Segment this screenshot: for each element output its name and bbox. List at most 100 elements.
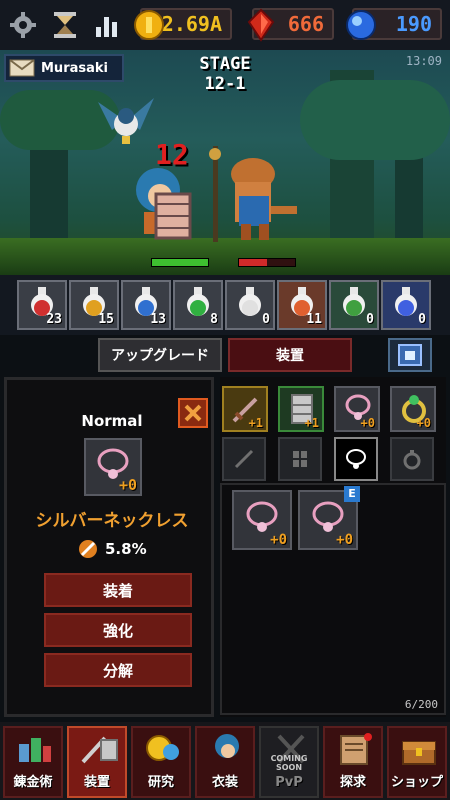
- potion-slot[interactable]: 0: [225, 280, 275, 330]
- close-button[interactable]: [178, 398, 208, 428]
- nav-label: 装置: [83, 775, 110, 790]
- alchemy-icon: [19, 738, 51, 762]
- calendar-icon: [398, 344, 422, 366]
- player-character: [136, 168, 192, 240]
- nav-research[interactable]: 研究: [131, 726, 191, 798]
- ring-outline-icon: [403, 450, 421, 470]
- potion-count: 0: [262, 312, 270, 327]
- gem-amount: 190: [395, 12, 432, 36]
- stage-label: STAGE: [199, 54, 251, 74]
- inventory-item[interactable]: +0 E: [298, 486, 360, 550]
- player-health-fill: [152, 259, 208, 266]
- necklace-outline-icon: [346, 449, 366, 469]
- nav-label: PvP: [275, 775, 303, 790]
- clock: 13:09: [405, 54, 442, 68]
- equipped-sword-slot[interactable]: +1: [222, 386, 268, 432]
- gold-counter: 2.69A: [134, 8, 232, 40]
- ruby-amount: 666: [287, 12, 324, 36]
- stat-icon: [79, 540, 97, 558]
- gold-coin-icon: [132, 8, 166, 42]
- buff-count: 0: [418, 312, 426, 327]
- gem-counter: 190: [346, 8, 442, 40]
- player-health-bar: [151, 258, 209, 267]
- equipped-armor-slot[interactable]: +1: [278, 386, 324, 432]
- enemy-health-bar: [238, 258, 296, 267]
- nav-equipment[interactable]: 装置: [67, 726, 127, 798]
- stage-number: 12-1: [204, 74, 246, 94]
- ruby-counter: 666: [247, 8, 334, 42]
- ruby-icon: [244, 8, 278, 42]
- nav-label: 衣装: [211, 775, 238, 790]
- selected-item-slot: +0: [84, 438, 142, 496]
- equipment-icon: [81, 736, 118, 764]
- filter-necklace-tab[interactable]: [334, 437, 378, 481]
- tab-upgrade[interactable]: アップグレード: [98, 338, 222, 372]
- hourglass-icon[interactable]: [50, 10, 80, 40]
- inventory-capacity: 6/200: [404, 698, 438, 711]
- potion-bar: 23 15 13 8 0 11 0 0: [0, 275, 450, 335]
- stats-chart-icon[interactable]: [92, 10, 122, 40]
- equipped-level: +1: [248, 416, 263, 430]
- equipped-badge: E: [344, 486, 360, 502]
- lizard-enemy: [209, 146, 297, 242]
- inventory-item-level: +0: [336, 532, 353, 548]
- equip-button[interactable]: 装着: [44, 573, 192, 607]
- equipped-ring-slot[interactable]: +0: [390, 386, 436, 432]
- potion-slot[interactable]: 15: [69, 280, 119, 330]
- nav-label: ショップ: [390, 775, 443, 790]
- settings-gear-icon[interactable]: [8, 10, 38, 40]
- nav-label: 錬金術: [13, 775, 53, 790]
- battle-scene: Murasaki STAGE 12-1 13:09 12: [0, 50, 450, 275]
- top-bar: 2.69A 666 190: [0, 0, 450, 50]
- nav-shop[interactable]: ショップ: [387, 726, 447, 798]
- potion-slot[interactable]: 8: [173, 280, 223, 330]
- item-name: シルバーネックレス: [35, 511, 189, 531]
- buff-slot[interactable]: 0: [329, 280, 379, 330]
- filter-weapon-tab[interactable]: [222, 437, 266, 481]
- enhance-button[interactable]: 強化: [44, 613, 192, 647]
- filter-armor-tab[interactable]: [278, 437, 322, 481]
- potion-slot[interactable]: 23: [17, 280, 67, 330]
- calendar-button[interactable]: [388, 338, 432, 372]
- quest-icon: [340, 733, 372, 765]
- coming-soon-label: COMING SOON: [270, 754, 308, 772]
- armor-outline-icon: [293, 451, 307, 467]
- potion-count: 13: [150, 312, 166, 327]
- research-icon: [146, 735, 179, 761]
- nav-pvp[interactable]: COMING SOON PvP: [259, 726, 319, 798]
- equipped-level: +1: [304, 416, 319, 430]
- buff-slot[interactable]: 11: [277, 280, 327, 330]
- bottom-nav: 錬金術 装置 研究 衣装 COMING SOON PvP 探求 ショップ: [0, 722, 450, 800]
- costume-icon: [215, 734, 239, 758]
- filter-ring-tab[interactable]: [390, 437, 434, 481]
- potion-count: 8: [210, 312, 218, 327]
- buff-slot[interactable]: 0: [381, 280, 431, 330]
- dismantle-button[interactable]: 分解: [44, 653, 192, 687]
- equipped-level: +0: [360, 416, 375, 430]
- stat-value: 5.8%: [105, 540, 147, 558]
- nav-quest[interactable]: 探求: [323, 726, 383, 798]
- item-level: +0: [118, 476, 137, 494]
- nav-costume[interactable]: 衣装: [195, 726, 255, 798]
- shop-chest-icon: [402, 741, 436, 765]
- nav-alchemy[interactable]: 錬金術: [3, 726, 63, 798]
- buff-count: 0: [366, 312, 374, 327]
- equipped-level: +0: [416, 416, 431, 430]
- gold-amount: 2.69A: [161, 12, 222, 36]
- potion-count: 15: [98, 312, 114, 327]
- bird-companion-icon: [98, 98, 154, 144]
- inventory-item[interactable]: +0: [232, 490, 292, 550]
- item-stat: 5.8%: [77, 538, 147, 560]
- tab-equipment[interactable]: 装置: [228, 338, 352, 372]
- potion-slot[interactable]: 13: [121, 280, 171, 330]
- item-detail-panel: Normal +0 シルバーネックレス 5.8% 装着 強化 分解: [4, 377, 214, 717]
- enemy-health-fill: [239, 259, 267, 266]
- inventory-item-level: +0: [270, 532, 287, 548]
- nav-label: 探求: [339, 775, 366, 790]
- sword-outline-icon: [234, 449, 254, 469]
- close-icon: [184, 404, 202, 422]
- inventory-panel: +1 +1 +0 +0 +0 +0 E 6/200: [220, 377, 446, 717]
- equipped-necklace-slot[interactable]: +0: [334, 386, 380, 432]
- buff-count: 11: [306, 312, 322, 327]
- nav-label: 研究: [147, 775, 174, 790]
